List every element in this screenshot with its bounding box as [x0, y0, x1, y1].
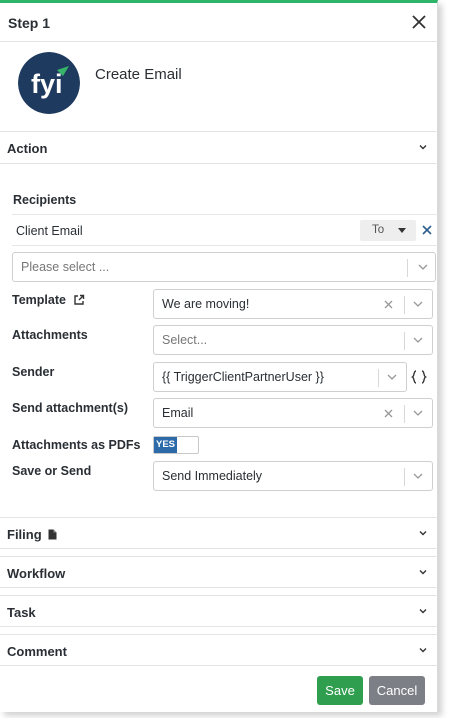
- recipient-row: Client Email To: [12, 214, 438, 246]
- recipient-type-dropdown[interactable]: To: [360, 220, 416, 241]
- chevron-down-icon: [418, 264, 428, 270]
- chevron-down-icon: [419, 145, 427, 150]
- save-or-send-value: Send Immediately: [162, 469, 263, 483]
- template-label: Template: [12, 293, 66, 307]
- panel-header: Step 1: [0, 6, 438, 42]
- clear-icon[interactable]: [383, 408, 394, 419]
- section-comment[interactable]: Comment: [0, 634, 438, 666]
- variable-braces-icon[interactable]: [411, 370, 427, 384]
- action-title: Create Email: [95, 66, 182, 83]
- section-workflow-label: Workflow: [7, 566, 66, 581]
- recipients-label: Recipients: [13, 193, 77, 207]
- send-attachments-value: Email: [162, 406, 194, 420]
- section-action[interactable]: Action: [0, 132, 438, 164]
- chevron-down-icon: [413, 301, 423, 307]
- external-link-icon[interactable]: [73, 294, 85, 306]
- chevron-down-icon: [413, 473, 423, 479]
- attachments-select[interactable]: Select...: [153, 325, 433, 355]
- sender-label: Sender: [12, 365, 55, 379]
- recipient-name: Client Email: [16, 224, 83, 238]
- template-value: We are moving!: [162, 297, 250, 311]
- section-action-label: Action: [7, 141, 48, 156]
- chevron-down-icon: [413, 337, 423, 343]
- attachments-label: Attachments: [12, 328, 88, 342]
- save-or-send-select[interactable]: Send Immediately: [153, 461, 433, 491]
- chevron-down-icon: [413, 410, 423, 416]
- chevron-down-icon: [419, 570, 427, 575]
- section-task[interactable]: Task: [0, 595, 438, 627]
- add-recipient-select[interactable]: Please select ...: [12, 252, 436, 282]
- template-select[interactable]: We are moving!: [153, 289, 433, 319]
- chevron-down-icon: [419, 531, 427, 536]
- section-filing[interactable]: Filing: [0, 517, 438, 549]
- toggle-on-label: YES: [154, 437, 177, 453]
- remove-recipient-icon[interactable]: [421, 224, 433, 236]
- recipient-type-value: To: [372, 224, 385, 236]
- panel-title: Step 1: [8, 15, 51, 31]
- save-or-send-label: Save or Send: [12, 464, 92, 478]
- sender-value: {{ TriggerClientPartnerUser }}: [162, 370, 324, 384]
- section-workflow[interactable]: Workflow: [0, 556, 438, 588]
- add-recipient-placeholder: Please select ...: [21, 260, 110, 274]
- send-attachments-select[interactable]: Email: [153, 398, 433, 428]
- section-filing-label: Filing: [7, 527, 57, 542]
- attachments-as-pdfs-toggle[interactable]: YES: [153, 436, 199, 454]
- action-hero: fyi Create Email: [0, 42, 438, 132]
- attachments-as-pdfs-label: Attachments as PDFs: [12, 438, 141, 452]
- step-panel: Step 1 fyi Create Email Action Recipient…: [0, 0, 438, 712]
- close-icon[interactable]: [410, 12, 428, 32]
- attachments-placeholder: Select...: [162, 333, 208, 347]
- clear-icon[interactable]: [383, 299, 394, 310]
- fyi-logo: fyi: [18, 52, 80, 114]
- chevron-down-icon: [387, 374, 397, 380]
- document-icon: [48, 529, 57, 540]
- save-button[interactable]: Save: [317, 676, 363, 705]
- section-comment-label: Comment: [7, 644, 67, 659]
- chevron-down-icon: [419, 648, 427, 653]
- send-attachments-label: Send attachment(s): [12, 401, 128, 415]
- logo-text: fyi: [31, 69, 63, 99]
- section-filing-text: Filing: [7, 527, 42, 542]
- cancel-button[interactable]: Cancel: [369, 676, 425, 705]
- sender-select[interactable]: {{ TriggerClientPartnerUser }}: [153, 362, 407, 392]
- template-label-group: Template: [12, 292, 85, 307]
- caret-down-icon: [398, 228, 406, 233]
- section-task-label: Task: [7, 605, 36, 620]
- chevron-down-icon: [419, 609, 427, 614]
